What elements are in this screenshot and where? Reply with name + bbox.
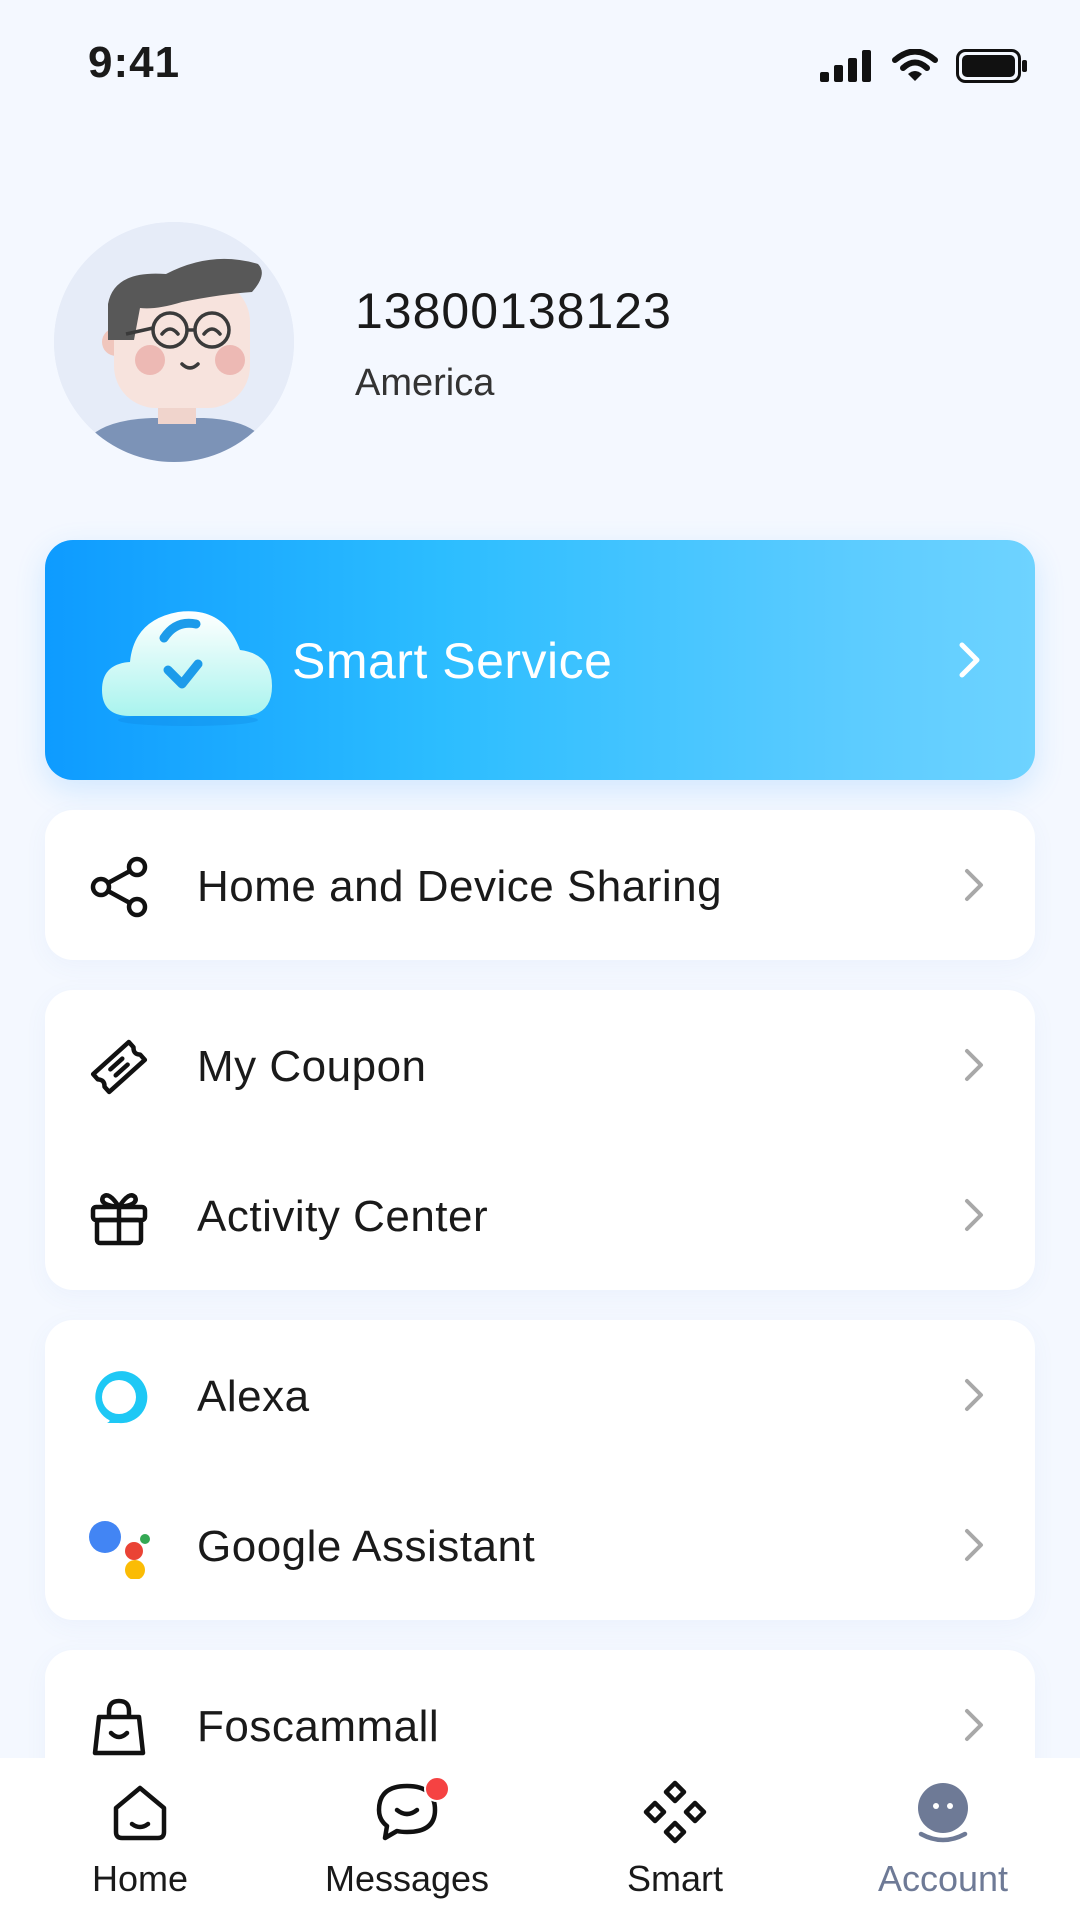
chevron-right-icon [965,1709,983,1741]
smart-service-banner[interactable]: Smart Service [45,540,1035,780]
menu-item-label: Home and Device Sharing [197,862,723,911]
menu-item-activity-center[interactable]: Activity Center [45,1140,1035,1290]
chevron-right-icon [965,1049,983,1081]
chevron-right-icon [965,1379,983,1411]
menu-item-label: Alexa [197,1372,310,1421]
tab-label: Messages [324,1858,490,1899]
alexa-icon [95,1371,148,1424]
voice-assistants-card: Alexa Google Assistant [45,1320,1035,1620]
battery-icon [956,49,1027,83]
promotions-card: My Coupon Activity Center [45,990,1035,1290]
account-icon [918,1783,968,1843]
chevron-right-icon [965,1529,983,1561]
cloud-check-icon [102,611,272,726]
menu-item-alexa[interactable]: Alexa [45,1320,1035,1470]
tab-label: Account [877,1858,1009,1899]
status-time: 9:41 [88,38,181,87]
tab-account[interactable]: Account [808,1758,1078,1920]
menu-item-label: Activity Center [197,1192,489,1241]
profile-region: America [355,362,495,404]
smart-diamonds-icon [643,1780,707,1844]
cellular-signal-icon [820,50,871,82]
chevron-right-icon [965,1199,983,1231]
chevron-right-icon [965,869,983,901]
smart-service-label: Smart Service [292,633,613,689]
menu-item-my-coupon[interactable]: My Coupon [45,990,1035,1140]
google-assistant-icon [89,1521,150,1579]
shopping-bag-icon [92,1698,146,1756]
tab-messages[interactable]: Messages [272,1758,542,1920]
status-bar: 9:41 [0,0,1080,130]
share-icon [90,856,148,918]
tab-home[interactable]: Home [5,1758,275,1920]
menu-item-label: My Coupon [197,1042,427,1091]
tab-label: Smart [626,1858,723,1899]
menu-item-label: Foscammall [197,1702,440,1751]
unread-badge-dot [424,1776,450,1802]
avatar-illustration [54,222,294,462]
sharing-card: Home and Device Sharing [45,810,1035,960]
wifi-icon [892,49,938,81]
status-icons [820,48,1028,84]
ticket-icon [90,1039,148,1095]
tab-smart[interactable]: Smart [540,1758,810,1920]
profile-phone-number[interactable]: 13800138123 [355,282,672,340]
gift-icon [90,1193,148,1246]
menu-item-google-assistant[interactable]: Google Assistant [45,1470,1035,1620]
menu-item-label: Google Assistant [197,1522,536,1571]
tab-bar: Home Messages Smart Account [0,1758,1080,1920]
chevron-right-icon [959,642,980,678]
home-icon [113,1785,167,1841]
avatar[interactable] [54,222,294,462]
tab-label: Home [91,1858,189,1899]
menu-item-home-device-sharing[interactable]: Home and Device Sharing [45,810,1035,960]
